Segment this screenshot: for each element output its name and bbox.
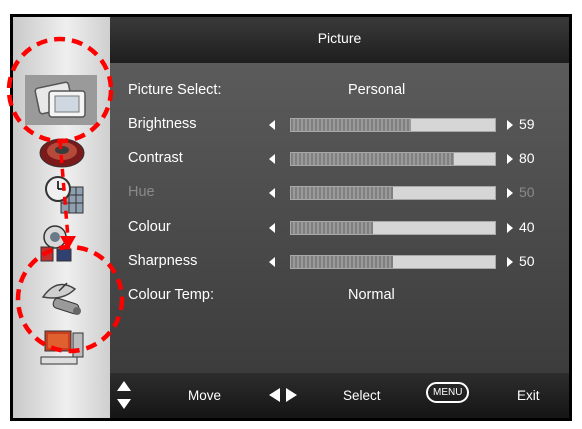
category-sidebar <box>13 17 110 418</box>
computer-icon[interactable] <box>31 327 93 371</box>
contrast-value: 80 <box>519 150 535 166</box>
picture-select-label: Picture Select: <box>128 82 222 98</box>
tv-osd-frame: Picture Picture Select: Personal Brightn… <box>10 14 572 421</box>
sharpness-row[interactable]: Sharpness 50 <box>110 251 569 273</box>
contrast-fill <box>291 153 455 165</box>
right-arrow-icon[interactable] <box>507 257 513 267</box>
satellite-dish-icon[interactable] <box>31 275 93 319</box>
sharpness-slider[interactable] <box>290 255 496 269</box>
menu-title: Picture <box>110 17 569 63</box>
left-arrow-icon[interactable] <box>269 120 275 130</box>
exit-hint: Exit <box>517 388 540 403</box>
sharpness-value: 50 <box>519 253 535 269</box>
colour-value: 40 <box>519 219 535 235</box>
colour-temp-value[interactable]: Normal <box>348 287 395 303</box>
colour-row[interactable]: Colour 40 <box>110 217 569 239</box>
picture-select-value[interactable]: Personal <box>348 82 405 98</box>
sharpness-label: Sharpness <box>128 253 198 269</box>
left-arrow-icon[interactable] <box>269 154 275 164</box>
right-arrow-icon[interactable] <box>507 120 513 130</box>
right-arrow-icon[interactable] <box>507 223 513 233</box>
right-arrow-icon[interactable] <box>507 154 513 164</box>
sound-icon[interactable] <box>31 129 93 173</box>
left-arrow-icon[interactable] <box>269 257 275 267</box>
hue-row: Hue 50 <box>110 182 569 204</box>
hue-fill <box>291 187 393 199</box>
left-arrow-icon[interactable] <box>269 223 275 233</box>
contrast-label: Contrast <box>128 150 183 166</box>
left-arrow-icon <box>269 188 275 198</box>
hue-slider <box>290 186 496 200</box>
brightness-fill <box>291 119 412 131</box>
right-arrow-icon <box>507 188 513 198</box>
colour-fill <box>291 222 373 234</box>
sharpness-fill <box>291 256 393 268</box>
brightness-row[interactable]: Brightness 59 <box>110 114 569 136</box>
lock-icon[interactable] <box>31 221 93 265</box>
colour-label: Colour <box>128 219 171 235</box>
brightness-label: Brightness <box>128 116 197 132</box>
menu-key-icon: MENU <box>426 382 470 403</box>
hue-label: Hue <box>128 184 155 200</box>
brightness-value: 59 <box>519 116 535 132</box>
hue-value: 50 <box>519 184 535 200</box>
menu-content: Picture Select: Personal Brightness 59 C… <box>110 63 569 373</box>
select-hint: Select <box>343 388 381 403</box>
contrast-slider[interactable] <box>290 152 496 166</box>
left-right-arrows-icon <box>269 388 297 402</box>
picture-menu-panel: Picture Picture Select: Personal Brightn… <box>110 17 569 418</box>
move-hint: Move <box>188 388 222 403</box>
up-down-arrows-icon <box>117 381 131 409</box>
clock-icon[interactable] <box>31 173 93 217</box>
brightness-slider[interactable] <box>290 118 496 132</box>
colour-temp-row[interactable]: Colour Temp: Normal <box>110 285 569 307</box>
contrast-row[interactable]: Contrast 80 <box>110 148 569 170</box>
colour-slider[interactable] <box>290 221 496 235</box>
picture-icon[interactable] <box>25 75 97 125</box>
picture-select-row[interactable]: Picture Select: Personal <box>110 80 569 102</box>
colour-temp-label: Colour Temp: <box>128 287 214 303</box>
hint-bar: Move Select MENU Exit <box>110 373 569 418</box>
